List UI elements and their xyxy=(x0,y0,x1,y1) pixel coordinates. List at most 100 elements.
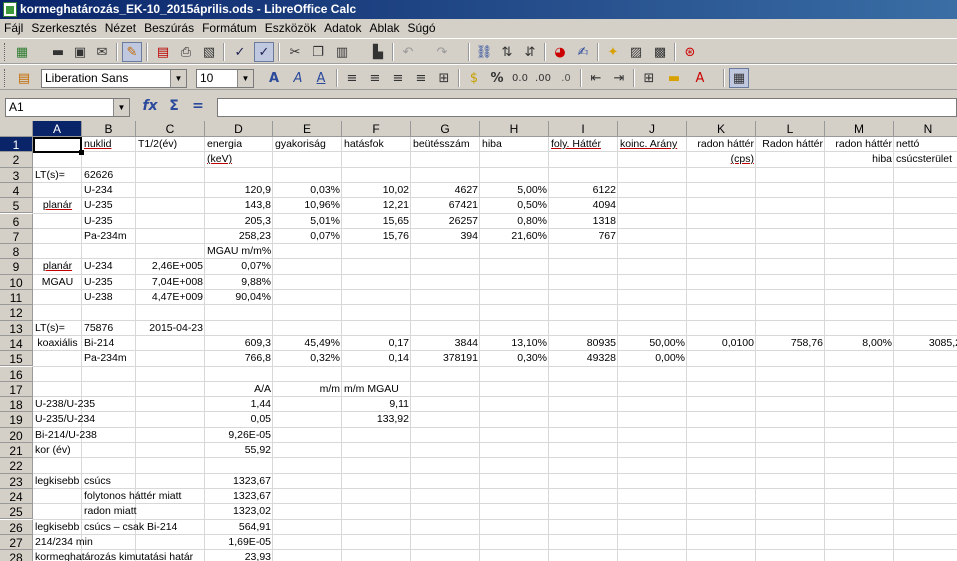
cell-j14[interactable]: 50,00% xyxy=(618,336,687,351)
cell-a28[interactable]: kormeghatározás kimutatási határ xyxy=(33,550,193,561)
chart-icon[interactable]: ◕ xyxy=(550,42,570,62)
cell-m1[interactable]: radon háttér xyxy=(825,137,894,152)
clone-formatting-icon[interactable]: ▙ xyxy=(368,42,388,62)
row-header-20[interactable]: 20 xyxy=(0,427,33,443)
underline-icon[interactable]: A xyxy=(311,68,331,88)
cell-b14[interactable]: Bi-214 xyxy=(82,336,136,351)
column-header-k[interactable]: K xyxy=(687,121,756,137)
row-header-16[interactable]: 16 xyxy=(0,366,33,382)
row-header-13[interactable]: 13 xyxy=(0,320,33,336)
cell-d28[interactable]: 23,93 xyxy=(205,550,273,561)
print-icon[interactable]: ⎙ xyxy=(176,42,196,62)
row-header-21[interactable]: 21 xyxy=(0,443,33,459)
cell-g15[interactable]: 378191 xyxy=(411,351,480,366)
cell-d15[interactable]: 766,8 xyxy=(205,351,273,366)
merge-cells-icon[interactable]: ⊞ xyxy=(434,68,454,88)
cell-d20[interactable]: 9,26E-05 xyxy=(205,428,273,443)
row-header-3[interactable]: 3 xyxy=(0,167,33,183)
cell-e4[interactable]: 0,03% xyxy=(273,183,342,198)
export-pdf-icon[interactable]: ▤ xyxy=(153,42,173,62)
cell-e1[interactable]: gyakoriság xyxy=(273,137,342,152)
row-header-8[interactable]: 8 xyxy=(0,244,33,260)
cell-i1[interactable]: foly. Háttér xyxy=(549,137,618,152)
row-header-24[interactable]: 24 xyxy=(0,488,33,505)
cell-i4[interactable]: 6122 xyxy=(549,183,618,198)
menu-edit[interactable]: Szerkesztés xyxy=(27,19,100,38)
hyperlink-icon[interactable]: ⛓ xyxy=(474,42,494,62)
cell-n1[interactable]: nettó xyxy=(894,137,957,152)
cell-b5[interactable]: U-235 xyxy=(82,198,136,213)
cell-e14[interactable]: 45,49% xyxy=(273,336,342,351)
cell-f4[interactable]: 10,02 xyxy=(342,183,411,198)
open-icon[interactable]: ▬ xyxy=(48,42,68,62)
spreadsheet-grid[interactable]: A B C D E F G H I J K L M N 1 2 3 4 5 6 7 8 9 10 11 12 13 14 15 16 17 1… xyxy=(0,121,957,561)
cell-b6[interactable]: U-235 xyxy=(82,214,136,229)
column-header-c[interactable]: C xyxy=(136,121,205,137)
toggle-grid-icon[interactable]: ▦ xyxy=(729,68,749,88)
cell-b10[interactable]: U-235 xyxy=(82,275,136,290)
cell-h1[interactable]: hiba xyxy=(480,137,549,152)
row-header-6[interactable]: 6 xyxy=(0,213,33,229)
cell-f6[interactable]: 15,65 xyxy=(342,214,411,229)
cell-d23[interactable]: 1323,67 xyxy=(205,474,273,489)
cell-m2[interactable]: hiba xyxy=(825,152,894,167)
row-header-9[interactable]: 9 xyxy=(0,259,33,275)
draw-functions-icon[interactable]: ✍ xyxy=(573,42,593,62)
select-all-corner[interactable] xyxy=(0,121,33,137)
column-header-l[interactable]: L xyxy=(756,121,825,137)
menu-view[interactable]: Nézet xyxy=(101,19,140,38)
delete-decimal-icon[interactable]: .0 xyxy=(556,68,576,88)
help-icon[interactable]: ⊛ xyxy=(680,42,700,62)
cell-a27[interactable]: 214/234 min xyxy=(33,535,93,550)
cell-f18[interactable]: 9,11 xyxy=(342,397,411,412)
cell-a9[interactable]: planár xyxy=(33,259,82,274)
column-header-d[interactable]: D xyxy=(205,121,273,137)
cell-d27[interactable]: 1,69E-05 xyxy=(205,535,273,550)
column-header-j[interactable]: J xyxy=(618,121,687,137)
cell-d6[interactable]: 205,3 xyxy=(205,214,273,229)
cell-k14[interactable]: 0,0100 xyxy=(687,336,756,351)
italic-icon[interactable]: A xyxy=(288,68,308,88)
row-header-1[interactable]: 1 xyxy=(0,137,33,153)
cell-c9[interactable]: 2,46E+005 xyxy=(136,259,205,274)
cell-h15[interactable]: 0,30% xyxy=(480,351,549,366)
copy-icon[interactable]: ❐ xyxy=(308,42,328,62)
sum-icon[interactable]: Σ xyxy=(164,98,184,116)
row-header-17[interactable]: 17 xyxy=(0,381,33,398)
data-sources-icon[interactable]: ▩ xyxy=(650,42,670,62)
cell-c11[interactable]: 4,47E+009 xyxy=(136,290,205,305)
new-document-icon[interactable]: ▦ xyxy=(12,42,32,62)
cell-h7[interactable]: 21,60% xyxy=(480,229,549,244)
undo-icon[interactable]: ↶ xyxy=(398,42,418,62)
cell-d19[interactable]: 0,05 xyxy=(205,412,273,427)
cell-g1[interactable]: beütésszám xyxy=(411,137,480,152)
column-header-h[interactable]: H xyxy=(480,121,549,137)
borders-icon[interactable]: ⊞ xyxy=(639,68,659,88)
row-header-7[interactable]: 7 xyxy=(0,228,33,245)
menu-insert[interactable]: Beszúrás xyxy=(140,19,198,38)
cell-a10[interactable]: MGAU xyxy=(33,275,82,290)
cell-b1[interactable]: nuklid xyxy=(82,137,136,152)
cell-b7[interactable]: Pa-234m xyxy=(82,229,136,244)
cell-f14[interactable]: 0,17 xyxy=(342,336,411,351)
row-header-19[interactable]: 19 xyxy=(0,412,33,428)
menu-format[interactable]: Formátum xyxy=(198,19,261,38)
align-right-icon[interactable]: ≡ xyxy=(388,68,408,88)
row-header-4[interactable]: 4 xyxy=(0,182,33,199)
cell-m14[interactable]: 8,00% xyxy=(825,336,894,351)
cell-d21[interactable]: 55,92 xyxy=(205,443,273,458)
cell-h6[interactable]: 0,80% xyxy=(480,214,549,229)
cell-b25[interactable]: radon miatt xyxy=(82,504,137,519)
cell-i14[interactable]: 80935 xyxy=(549,336,618,351)
cell-d5[interactable]: 143,8 xyxy=(205,198,273,213)
cell-c10[interactable]: 7,04E+008 xyxy=(136,275,205,290)
function-wizard-icon[interactable]: fx xyxy=(140,98,160,116)
row-header-22[interactable]: 22 xyxy=(0,458,33,474)
align-left-icon[interactable]: ≡ xyxy=(342,68,362,88)
align-center-icon[interactable]: ≡ xyxy=(365,68,385,88)
cell-e5[interactable]: 10,96% xyxy=(273,198,342,213)
cell-a26[interactable]: legkisebb xyxy=(33,520,82,535)
cell-b15[interactable]: Pa-234m xyxy=(82,351,136,366)
justify-icon[interactable]: ≡ xyxy=(411,68,431,88)
add-decimal-icon[interactable]: .00 xyxy=(533,68,553,88)
